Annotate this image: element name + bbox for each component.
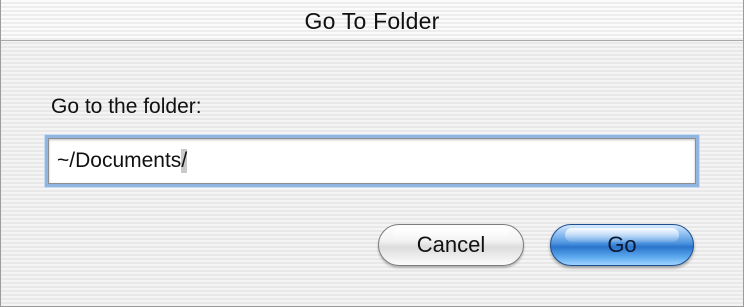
folder-prompt-label: Go to the folder: — [51, 95, 202, 118]
go-button-label: Go — [607, 232, 637, 257]
window-title: Go To Folder — [304, 8, 440, 34]
go-to-folder-sheet: Go To Folder Go to the folder: ~/Documen… — [0, 0, 744, 307]
folder-path-selection: / — [181, 149, 188, 173]
folder-path-input[interactable]: ~/Documents / — [48, 138, 696, 184]
go-button[interactable]: Go — [550, 224, 694, 266]
folder-path-text: ~/Documents — [57, 149, 182, 172]
title-bar: Go To Folder — [1, 0, 743, 41]
cancel-button-label: Cancel — [416, 232, 486, 257]
cancel-button[interactable]: Cancel — [378, 224, 524, 266]
